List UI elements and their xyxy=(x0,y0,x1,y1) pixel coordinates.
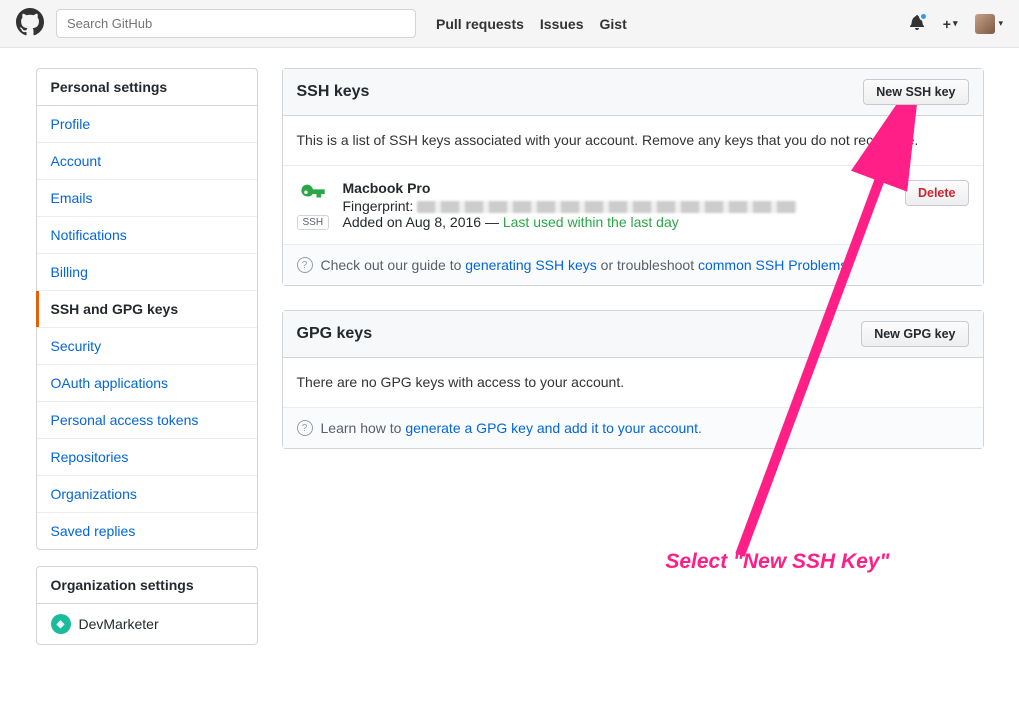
ssh-badge: SSH xyxy=(297,215,330,230)
fingerprint-redacted xyxy=(417,201,797,213)
menu-heading: Organization settings xyxy=(37,567,257,604)
nav-gist[interactable]: Gist xyxy=(600,16,627,32)
org-avatar-icon: ◈ xyxy=(51,614,71,634)
help-icon: ? xyxy=(297,257,313,273)
key-icon: SSH xyxy=(297,180,329,230)
key-added-info: Added on Aug 8, 2016 — Last used within … xyxy=(343,214,891,230)
gpg-keys-box: GPG keys New GPG key There are no GPG ke… xyxy=(282,310,984,449)
caret-down-icon: ▾ xyxy=(953,18,958,29)
nav-issues[interactable]: Issues xyxy=(540,16,584,32)
sidebar-item-billing[interactable]: Billing xyxy=(37,254,257,291)
sidebar-item-saved-replies[interactable]: Saved replies xyxy=(37,513,257,549)
org-name-label: DevMarketer xyxy=(79,616,159,632)
sidebar-item-emails[interactable]: Emails xyxy=(37,180,257,217)
avatar-icon xyxy=(975,14,995,34)
user-menu[interactable]: ▾ xyxy=(975,14,1003,34)
sidebar-item-ssh-gpg[interactable]: SSH and GPG keys xyxy=(37,291,257,328)
sidebar-item-repositories[interactable]: Repositories xyxy=(37,439,257,476)
gpg-keys-heading: GPG keys xyxy=(297,325,373,343)
delete-key-button[interactable]: Delete xyxy=(905,180,969,206)
last-used-link[interactable]: Last used within the last day xyxy=(503,214,679,230)
ssh-keys-heading: SSH keys xyxy=(297,83,370,101)
sidebar-item-notifications[interactable]: Notifications xyxy=(37,217,257,254)
github-logo-icon[interactable] xyxy=(16,8,44,39)
key-fingerprint: Fingerprint: xyxy=(343,198,891,214)
generate-gpg-link[interactable]: generate a GPG key and add it to your ac… xyxy=(405,420,698,436)
sidebar-item-tokens[interactable]: Personal access tokens xyxy=(37,402,257,439)
sidebar: Personal settings Profile Account Emails… xyxy=(36,68,258,661)
sidebar-item-security[interactable]: Security xyxy=(37,328,257,365)
org-settings-menu: Organization settings ◈ DevMarketer xyxy=(36,566,258,645)
notifications-icon[interactable] xyxy=(909,14,925,33)
ssh-keys-box: SSH keys New SSH key This is a list of S… xyxy=(282,68,984,286)
gpg-description: There are no GPG keys with access to you… xyxy=(283,358,983,407)
header-nav: Pull requests Issues Gist xyxy=(436,16,627,32)
ssh-problems-link[interactable]: common SSH Problems xyxy=(698,257,847,273)
new-ssh-key-button[interactable]: New SSH key xyxy=(863,79,968,105)
sidebar-item-oauth[interactable]: OAuth applications xyxy=(37,365,257,402)
main-content: SSH keys New SSH key This is a list of S… xyxy=(282,68,984,473)
create-new-menu[interactable]: + ▾ xyxy=(943,16,958,32)
generating-ssh-link[interactable]: generating SSH keys xyxy=(465,257,597,273)
notification-dot-icon xyxy=(919,12,928,21)
nav-pull-requests[interactable]: Pull requests xyxy=(436,16,524,32)
personal-settings-menu: Personal settings Profile Account Emails… xyxy=(36,68,258,550)
ssh-key-row: SSH Macbook Pro Fingerprint: Added on Au… xyxy=(283,165,983,244)
new-gpg-key-button[interactable]: New GPG key xyxy=(861,321,968,347)
sidebar-item-account[interactable]: Account xyxy=(37,143,257,180)
search-input[interactable] xyxy=(56,9,416,38)
key-name: Macbook Pro xyxy=(343,180,891,196)
help-icon: ? xyxy=(297,420,313,436)
plus-icon: + xyxy=(943,16,951,32)
org-item-devmarketer[interactable]: ◈ DevMarketer xyxy=(37,604,257,644)
menu-heading: Personal settings xyxy=(37,69,257,106)
gpg-footer: ? Learn how to generate a GPG key and ad… xyxy=(283,407,983,448)
global-header: Pull requests Issues Gist + ▾ ▾ xyxy=(0,0,1019,48)
sidebar-item-profile[interactable]: Profile xyxy=(37,106,257,143)
header-right: + ▾ ▾ xyxy=(909,14,1003,34)
sidebar-item-organizations[interactable]: Organizations xyxy=(37,476,257,513)
annotation-text: Select "New SSH Key" xyxy=(665,550,889,574)
caret-down-icon: ▾ xyxy=(998,18,1003,29)
ssh-description: This is a list of SSH keys associated wi… xyxy=(283,116,983,165)
ssh-footer: ? Check out our guide to generating SSH … xyxy=(283,244,983,285)
